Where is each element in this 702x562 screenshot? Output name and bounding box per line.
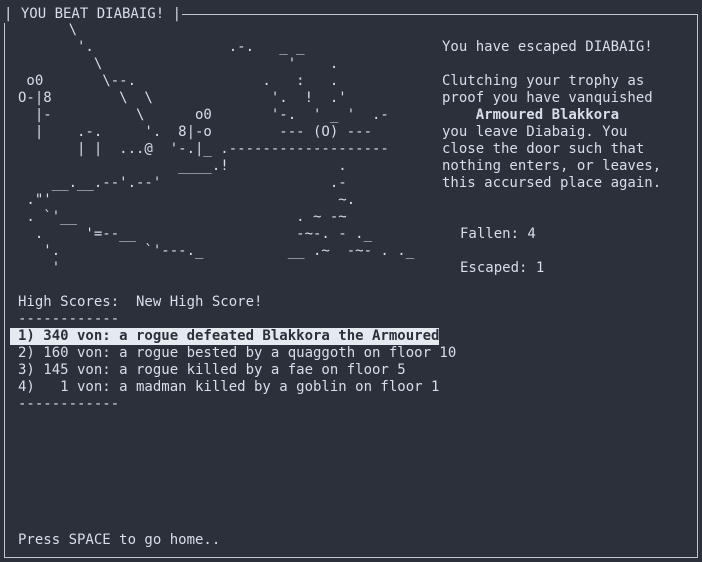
high-score-entry: 4) 1 von: a madman killed by a goblin on… (18, 379, 440, 395)
boss-name: Armoured Blakkora (475, 107, 620, 123)
message-line-7: nothing enters, or leaves, (442, 158, 662, 174)
message-line-1: You have escaped DIABAIG! (442, 39, 653, 55)
high-score-entry: 2) 160 von: a rogue bested by a quaggoth… (18, 345, 457, 361)
high-score-list: 1) 340 von: a rogue defeated Blakkora th… (10, 328, 457, 396)
victory-ascii-art: \ '. .-. _ _ \ ' . o0 \--. . : . O-|8 \ … (18, 22, 415, 276)
high-score-entry-highlighted: 1) 340 von: a rogue defeated Blakkora th… (10, 328, 440, 345)
message-line-3: proof you have vanquished (442, 90, 653, 106)
go-home-prompt: Press SPACE to go home.. (18, 532, 221, 548)
victory-message: You have escaped DIABAIG! Clutching your… (442, 39, 661, 192)
message-line-5: you leave Diabaig. You (442, 124, 628, 140)
scores-rule-bottom: ------------ (18, 396, 120, 412)
window-title: | YOU BEAT DIABAIG! | (3, 6, 183, 23)
message-line-2: Clutching your trophy as (442, 73, 645, 89)
message-line-6: close the door such that (442, 141, 645, 157)
scores-rule-top: ------------ (18, 311, 120, 327)
high-score-entry: 3) 145 von: a rogue killed by a fae on f… (18, 362, 406, 378)
fallen-count: Fallen: 4 (460, 226, 536, 242)
message-line-8: this accursed place again. (442, 175, 662, 191)
escaped-count: Escaped: 1 (460, 260, 545, 276)
high-scores-heading: High Scores: New High Score! (18, 294, 263, 310)
